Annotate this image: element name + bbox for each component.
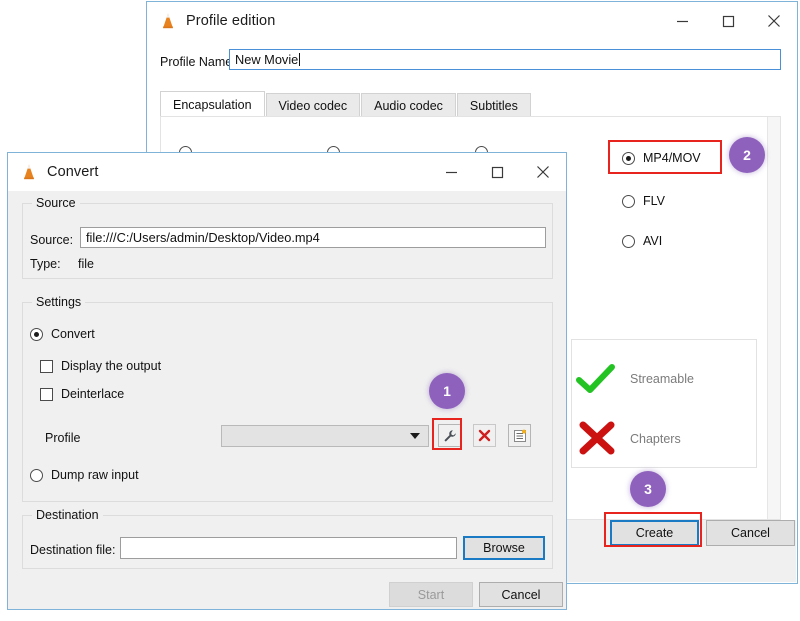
vlc-cone-icon	[24, 164, 34, 180]
convert-window-controls	[428, 153, 566, 191]
maximize-button[interactable]	[705, 2, 751, 40]
vlc-cone-icon	[163, 13, 173, 29]
profile-name-label: Profile Name	[160, 55, 233, 69]
minimize-button[interactable]	[428, 153, 474, 191]
tab-video-codec[interactable]: Video codec	[265, 93, 361, 117]
profile-combobox[interactable]	[221, 425, 429, 447]
encapsulation-option-label: FLV	[643, 194, 665, 208]
feature-label-streamable: Streamable	[630, 372, 694, 386]
chevron-down-icon	[410, 433, 420, 439]
type-label: Type:	[30, 257, 61, 271]
profile-delete-button[interactable]	[473, 424, 496, 447]
highlight-profile-edit	[432, 418, 462, 450]
maximize-icon	[491, 166, 503, 178]
display-output-label: Display the output	[61, 359, 162, 373]
convert-window: Convert Source Source: file:///C:/Users/…	[7, 152, 567, 610]
convert-titlebar[interactable]: Convert	[8, 153, 566, 191]
screenshot-stage: Profile edition Profile Name New Movie E…	[0, 0, 800, 621]
source-value: file:///C:/Users/admin/Desktop/Video.mp4	[86, 230, 320, 245]
new-profile-icon	[513, 429, 526, 442]
encapsulation-option-label: AVI	[643, 234, 663, 248]
close-button[interactable]	[520, 153, 566, 191]
convert-mode-label: Convert	[51, 327, 95, 341]
destination-group-label: Destination	[32, 508, 103, 522]
convert-title: Convert	[47, 164, 99, 180]
profile-edition-window-controls	[659, 2, 797, 40]
convert-mode-radio[interactable]: Convert	[30, 327, 95, 341]
start-button[interactable]: Start	[389, 582, 473, 607]
highlight-create-button	[604, 512, 702, 547]
source-label: Source:	[30, 233, 74, 247]
profile-tabstrip: Encapsulation Video codec Audio codec Su…	[160, 91, 532, 117]
close-button[interactable]	[751, 2, 797, 40]
minimize-button[interactable]	[659, 2, 705, 40]
check-mark-icon	[576, 364, 615, 393]
cross-mark-icon	[579, 421, 615, 455]
radio-dot	[30, 468, 43, 482]
source-group-label: Source	[32, 196, 80, 210]
profile-new-button[interactable]	[508, 424, 531, 447]
panel-scroll-gutter[interactable]	[767, 117, 780, 519]
minimize-icon	[445, 171, 457, 173]
profile-edition-titlebar[interactable]: Profile edition	[147, 2, 797, 40]
destination-file-input[interactable]	[120, 537, 457, 559]
tab-subtitles[interactable]: Subtitles	[456, 93, 531, 117]
dump-raw-input-label: Dump raw input	[51, 468, 139, 482]
checkbox-box	[40, 387, 53, 401]
maximize-icon	[722, 15, 734, 27]
step-badge-1: 1	[429, 373, 465, 409]
profile-edition-title: Profile edition	[186, 13, 276, 29]
profile-name-input[interactable]: New Movie	[229, 49, 781, 70]
type-value: file	[78, 257, 94, 271]
encapsulation-option-avi[interactable]: AVI	[622, 234, 662, 248]
profile-row-label: Profile	[45, 431, 81, 445]
minimize-icon	[676, 20, 688, 22]
tab-audio-codec[interactable]: Audio codec	[361, 93, 456, 117]
feature-label-chapters: Chapters	[630, 432, 681, 446]
browse-button[interactable]: Browse	[463, 536, 545, 560]
profile-cancel-button[interactable]: Cancel	[706, 520, 795, 546]
radio-dot	[30, 327, 43, 341]
deinterlace-checkbox[interactable]: Deinterlace	[40, 387, 124, 401]
highlight-mp4mov-option	[608, 140, 722, 174]
dump-raw-input-radio[interactable]: Dump raw input	[30, 468, 139, 482]
encapsulation-option-flv[interactable]: FLV	[622, 194, 665, 208]
display-output-checkbox[interactable]: Display the output	[40, 359, 161, 373]
close-icon	[537, 166, 549, 178]
close-icon	[768, 15, 780, 27]
profile-name-value: New Movie	[235, 52, 299, 67]
tab-encapsulation[interactable]: Encapsulation	[160, 91, 265, 117]
maximize-button[interactable]	[474, 153, 520, 191]
destination-file-label: Destination file:	[30, 543, 116, 557]
deinterlace-label: Deinterlace	[61, 387, 125, 401]
settings-group-label: Settings	[32, 295, 86, 309]
checkbox-box	[40, 359, 53, 373]
convert-cancel-button[interactable]: Cancel	[479, 582, 563, 607]
radio-dot	[622, 194, 635, 208]
source-input[interactable]: file:///C:/Users/admin/Desktop/Video.mp4	[80, 227, 546, 248]
radio-dot	[622, 234, 635, 248]
red-x-icon	[478, 429, 491, 442]
step-badge-3: 3	[630, 471, 666, 507]
step-badge-2: 2	[729, 137, 765, 173]
